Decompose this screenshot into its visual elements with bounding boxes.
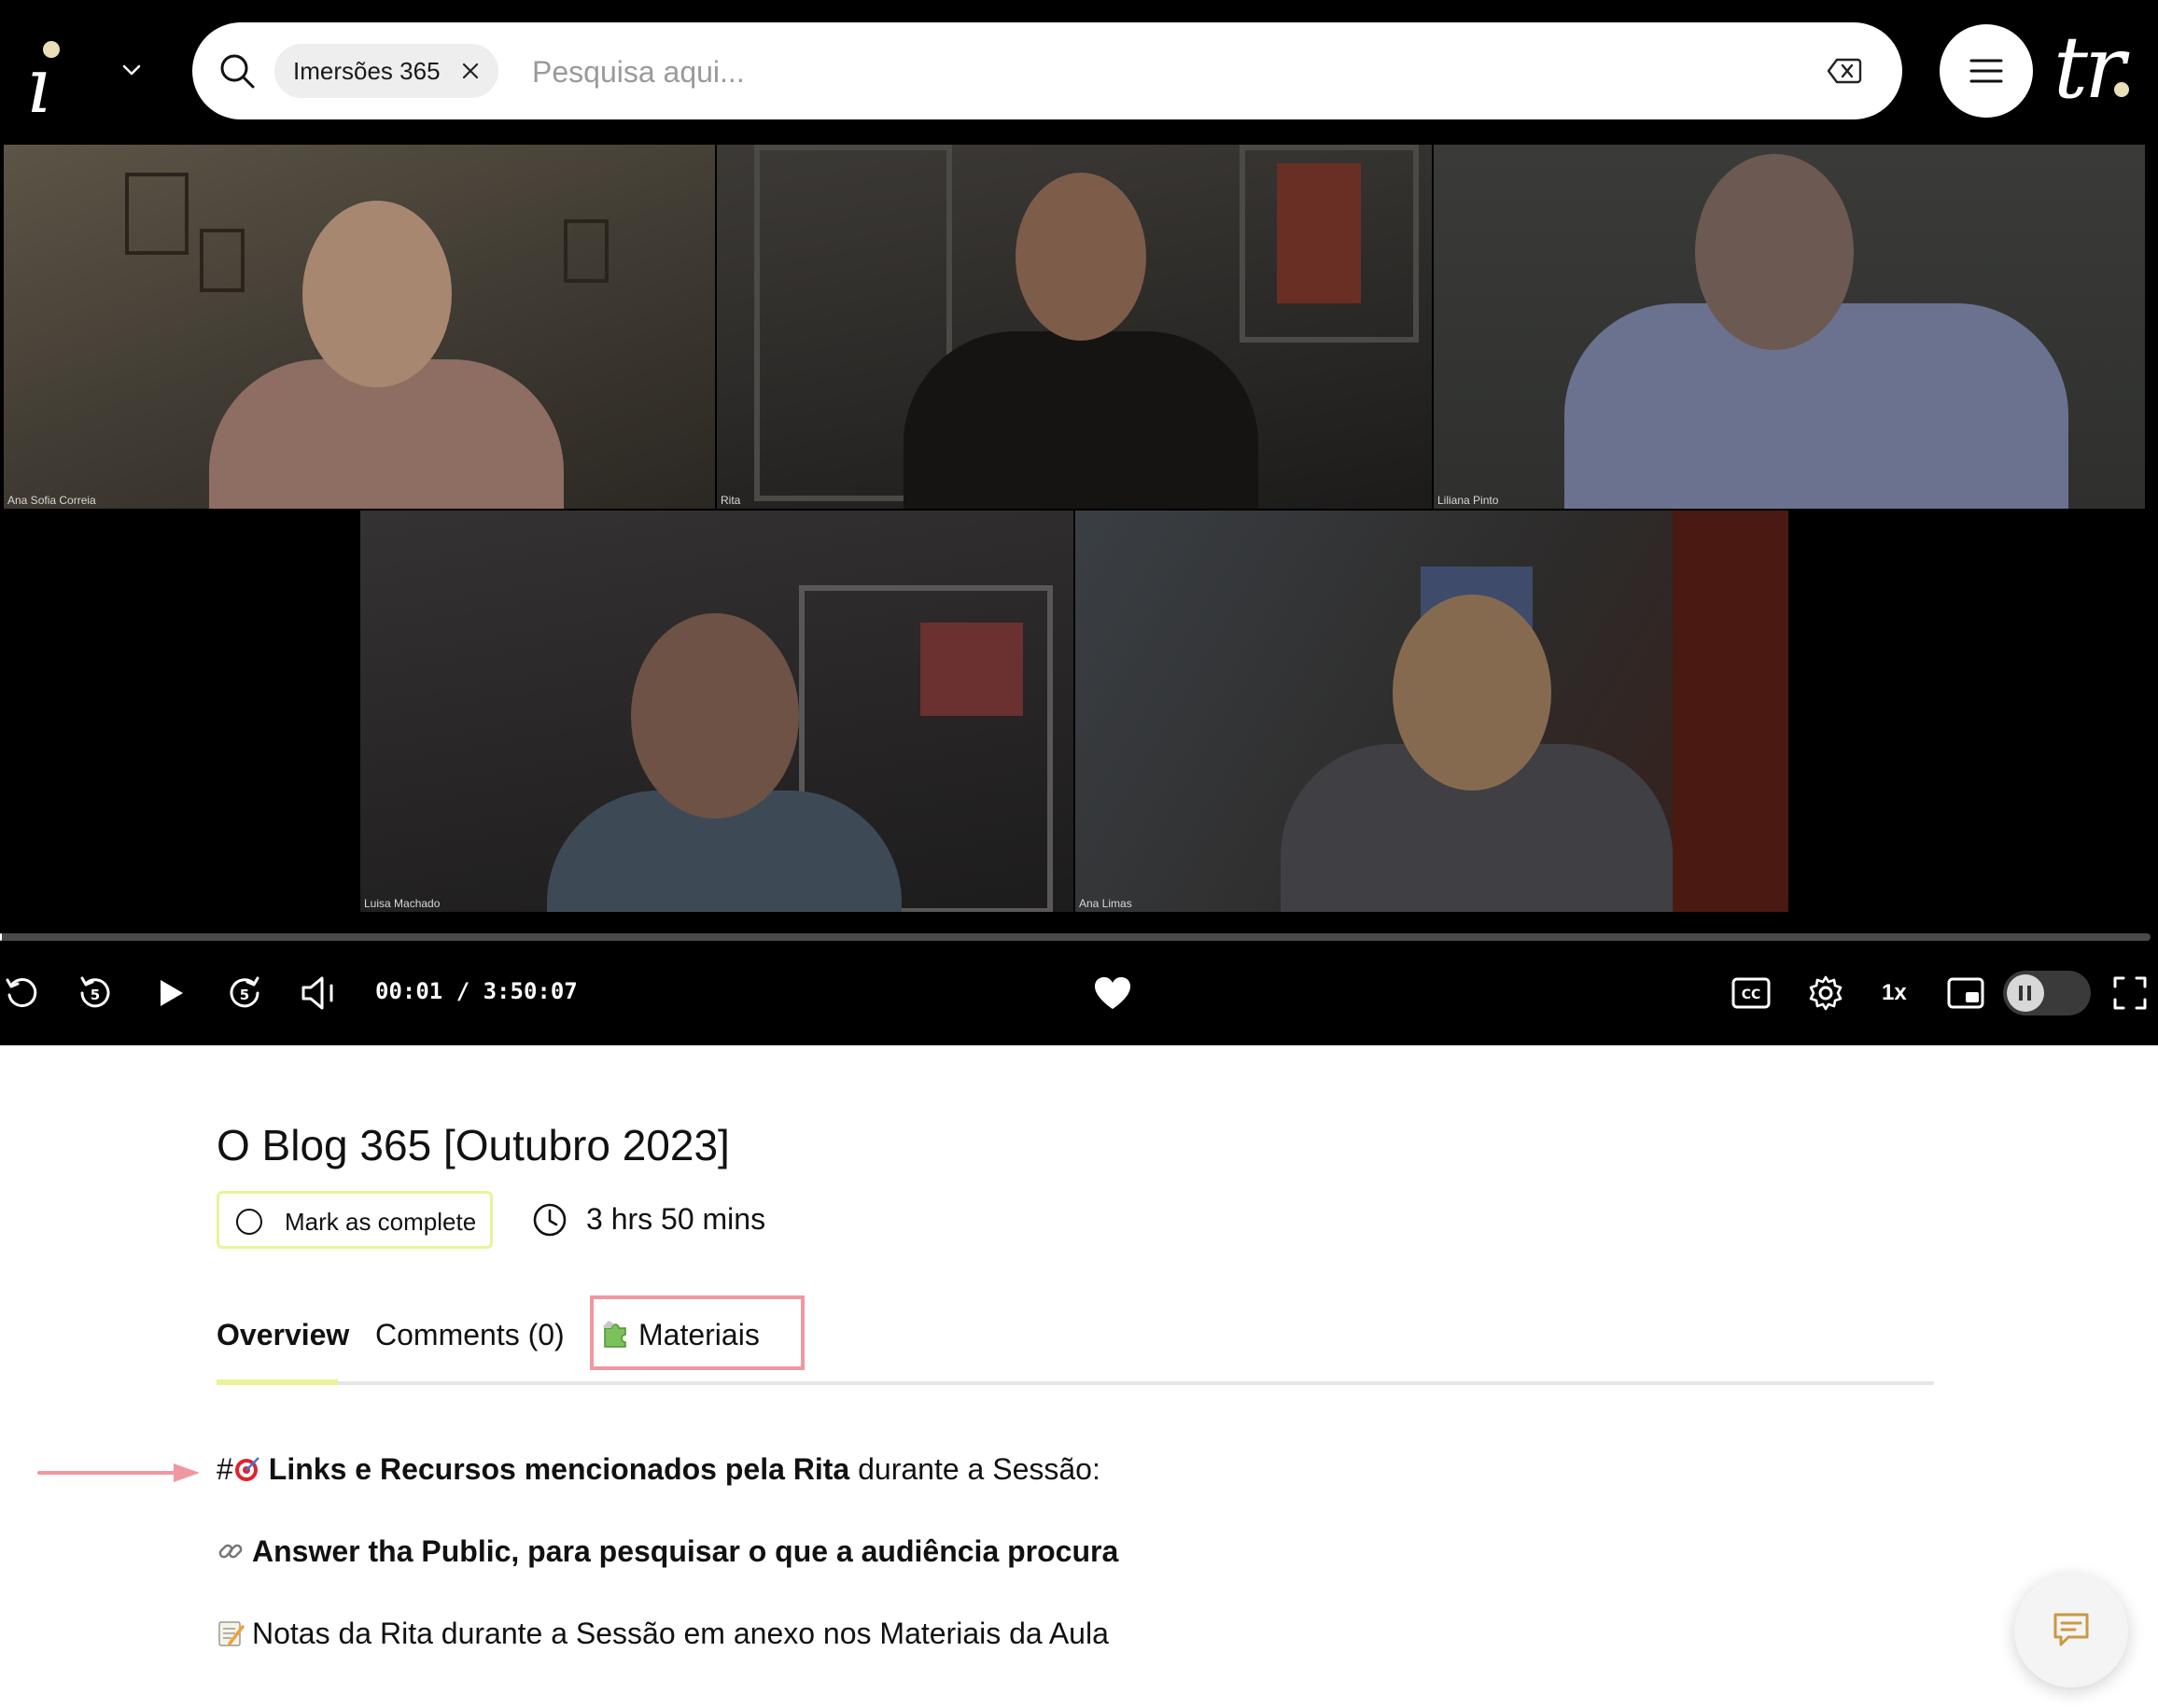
play-button[interactable] — [147, 971, 192, 1015]
picture-in-picture-button[interactable] — [1943, 971, 1988, 1015]
autoplay-toggle[interactable] — [2003, 971, 2091, 1015]
captions-button[interactable]: CC — [1729, 971, 1773, 1015]
tab-comments[interactable]: Comments (0) — [375, 1318, 565, 1352]
chevron-down-icon[interactable] — [118, 56, 146, 84]
video-tile: Ana Sofia Correia — [4, 145, 715, 509]
content-line-links: # Links e Recursos mencionados pela Rita… — [217, 1452, 1100, 1487]
clear-search-icon[interactable] — [1826, 54, 1863, 88]
memo-icon — [218, 1621, 245, 1646]
menu-button[interactable] — [1940, 24, 2033, 118]
chat-button[interactable] — [2014, 1574, 2128, 1687]
participant-figure — [1393, 595, 1551, 791]
like-button[interactable] — [1090, 971, 1135, 1015]
svg-text:5: 5 — [240, 987, 249, 1003]
materiais-highlight-box — [590, 1295, 805, 1370]
participant-name: Ana Limas — [1079, 897, 1132, 910]
site-logo[interactable]: ı — [26, 28, 82, 125]
circle-icon — [236, 1209, 262, 1235]
participant-figure — [631, 613, 799, 819]
video-player[interactable]: Ana Sofia Correia Rita Liliana Pinto Lui… — [0, 143, 2158, 1045]
participant-name: Ana Sofia Correia — [7, 494, 96, 507]
search-input[interactable] — [530, 43, 1934, 101]
fullscreen-button[interactable] — [2108, 971, 2152, 1015]
logo-i-glyph: ı — [26, 42, 51, 131]
video-time: 00:01 / 3:50:07 — [375, 978, 578, 1004]
mark-complete-button[interactable]: Mark as complete — [217, 1191, 493, 1249]
volume-button[interactable] — [297, 971, 342, 1015]
playback-speed[interactable]: 1x — [1882, 980, 1907, 1006]
fullscreen-icon — [2113, 976, 2147, 1010]
replay-icon — [6, 978, 37, 1008]
participant-figure — [302, 201, 452, 387]
video-tile: Luisa Machado — [360, 511, 1073, 912]
forward-5-icon: 5 — [230, 976, 259, 1008]
close-icon[interactable] — [459, 60, 482, 82]
tabs-divider — [217, 1381, 1934, 1385]
pip-icon — [1947, 977, 1984, 1009]
content-line-answer-the-public[interactable]: Answer tha Public, para pesquisar o que … — [217, 1534, 1118, 1569]
content-line-notas: Notas da Rita durante a Sessão em anexo … — [217, 1617, 1109, 1651]
lesson-duration: 3 hrs 50 mins — [586, 1202, 766, 1236]
svg-text:CC: CC — [1742, 987, 1761, 1002]
video-tile: Rita — [717, 145, 1432, 509]
clock-icon — [533, 1203, 567, 1237]
annotation-arrow-icon — [37, 1463, 200, 1482]
search-filter-chip-label: Imersões 365 — [293, 57, 441, 85]
video-progress-bar[interactable] — [0, 933, 2151, 941]
replay-button[interactable] — [0, 971, 45, 1015]
rewind-5-icon: 5 — [80, 976, 110, 1008]
video-tile: Ana Limas — [1075, 511, 1788, 912]
chat-icon — [2053, 1613, 2089, 1646]
binders — [920, 623, 1023, 716]
play-icon — [161, 980, 183, 1006]
svg-text:5: 5 — [91, 987, 100, 1003]
speaker-icon — [301, 976, 333, 1010]
hamburger-icon — [1969, 59, 2003, 83]
brand-logo-tr[interactable]: tr — [2053, 17, 2129, 119]
tab-overview[interactable]: Overview — [217, 1318, 349, 1352]
participant-figure — [1016, 173, 1146, 341]
target-icon — [234, 1457, 259, 1481]
links-heading: Links e Recursos mencionados pela Rita — [268, 1452, 850, 1486]
participant-name: Liliana Pinto — [1437, 494, 1499, 507]
gear-icon — [1809, 975, 1843, 1011]
participant-name: Rita — [721, 494, 741, 507]
hash-prefix: # — [217, 1452, 233, 1486]
bookshelf — [1277, 163, 1361, 303]
link-icon — [218, 1544, 243, 1559]
top-bar: ı Imersões 365 tr — [0, 0, 2158, 143]
red-curtain — [1673, 511, 1788, 912]
wall-frames — [564, 219, 609, 283]
links-heading-rest: durante a Sessão: — [849, 1452, 1100, 1486]
active-tab-indicator — [217, 1379, 338, 1385]
pause-icon — [2007, 974, 2044, 1012]
cc-icon: CC — [1731, 977, 1771, 1009]
settings-button[interactable] — [1803, 971, 1848, 1015]
participant-figure — [904, 331, 1258, 509]
participant-name: Luisa Machado — [364, 897, 441, 910]
video-tile: Liliana Pinto — [1434, 145, 2145, 509]
search-filter-chip[interactable]: Imersões 365 — [274, 44, 498, 98]
mark-complete-label: Mark as complete — [285, 1208, 477, 1236]
video-progress-fill — [0, 933, 2, 941]
forward-5-button[interactable]: 5 — [222, 971, 267, 1015]
wall-frames — [200, 229, 245, 292]
rewind-5-button[interactable]: 5 — [73, 971, 118, 1015]
answer-the-public-link[interactable]: Answer tha Public, para pesquisar o que … — [252, 1534, 1118, 1568]
notas-text: Notas da Rita durante a Sessão em anexo … — [252, 1617, 1109, 1650]
search-bar: Imersões 365 — [192, 22, 1934, 119]
heart-icon — [1095, 977, 1130, 1009]
logo-dot — [2113, 82, 2129, 97]
participant-figure — [1695, 154, 1854, 350]
search-icon — [220, 54, 255, 89]
wall-frames — [125, 173, 189, 255]
lesson-title: O Blog 365 [Outubro 2023] — [217, 1121, 730, 1169]
